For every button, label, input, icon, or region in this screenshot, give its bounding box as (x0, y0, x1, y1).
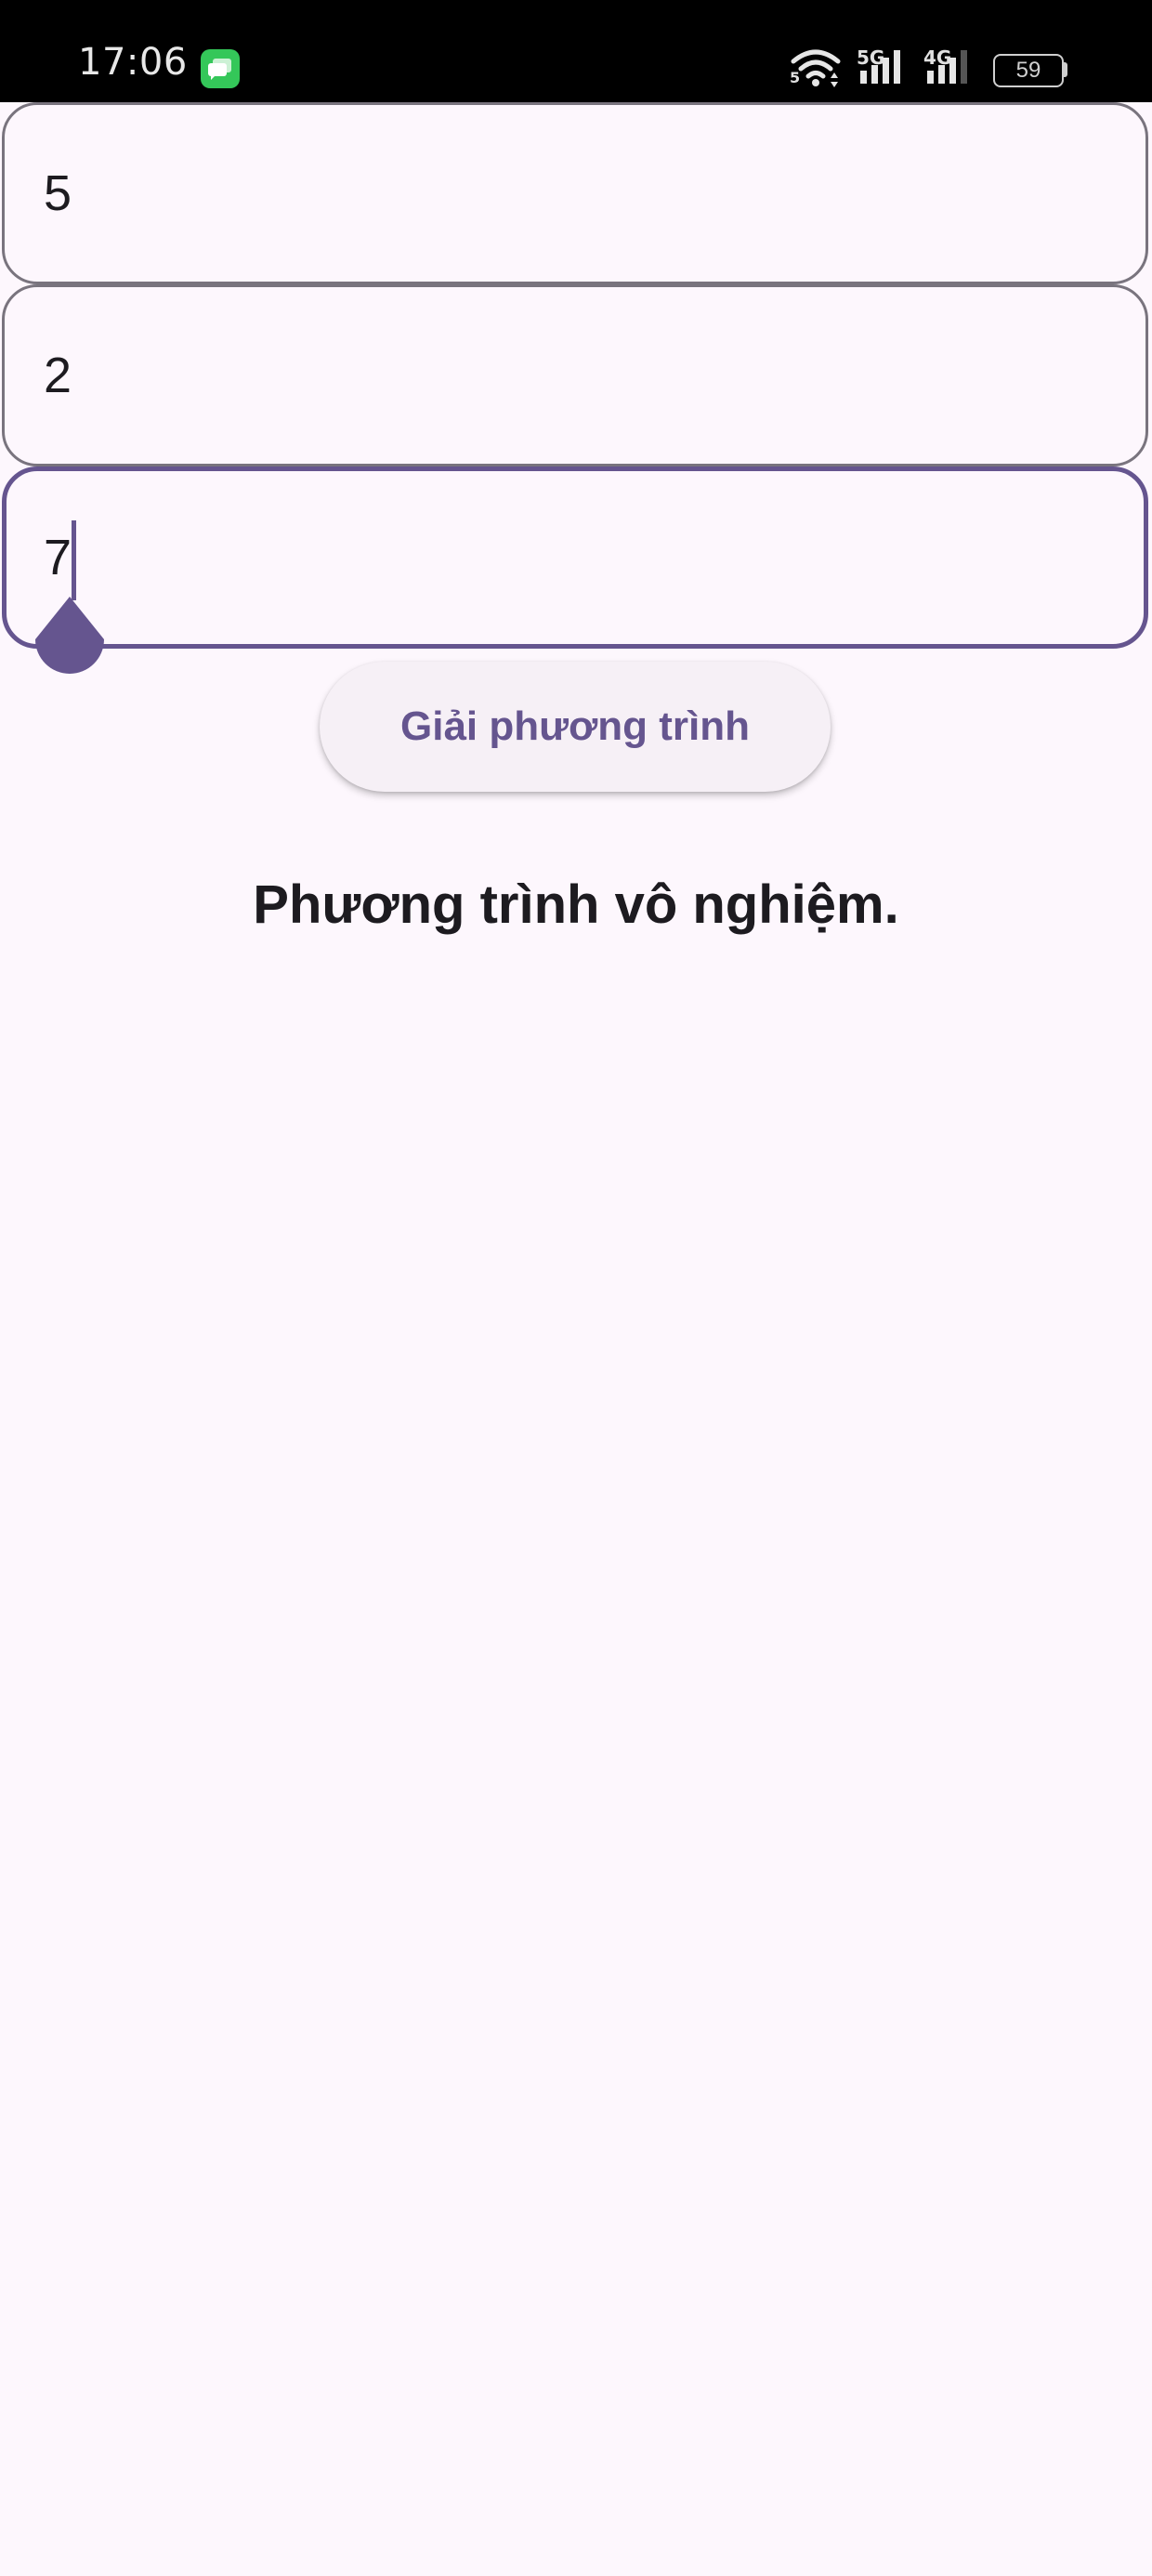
signal-icon (860, 50, 900, 84)
solve-equation-button[interactable]: Giải phương trình (320, 662, 831, 792)
solve-equation-button-label: Giải phương trình (400, 703, 750, 749)
coefficient-b-value: 2 (44, 348, 72, 403)
coefficient-c-value: 7 (44, 530, 72, 585)
battery-icon: 59 (993, 54, 1064, 87)
status-time: 17:06 (78, 41, 188, 84)
coefficient-a-field[interactable]: 5 (2, 102, 1148, 284)
coefficient-c-field[interactable]: 7 (2, 467, 1148, 649)
signal-icon-secondary (927, 50, 967, 84)
messages-app-icon (201, 49, 240, 88)
coefficient-a-value: 5 (44, 165, 72, 221)
text-cursor (72, 520, 76, 600)
wifi-sub-label: 5 (790, 69, 801, 86)
battery-nub (1064, 62, 1067, 77)
cursor-handle[interactable] (33, 597, 106, 680)
status-bar: 17:06 5 5G 4G 59 (0, 0, 1152, 102)
battery-level: 59 (1015, 58, 1041, 83)
result-text: Phương trình vô nghiệm. (253, 874, 899, 935)
coefficient-b-field[interactable]: 2 (2, 284, 1148, 467)
